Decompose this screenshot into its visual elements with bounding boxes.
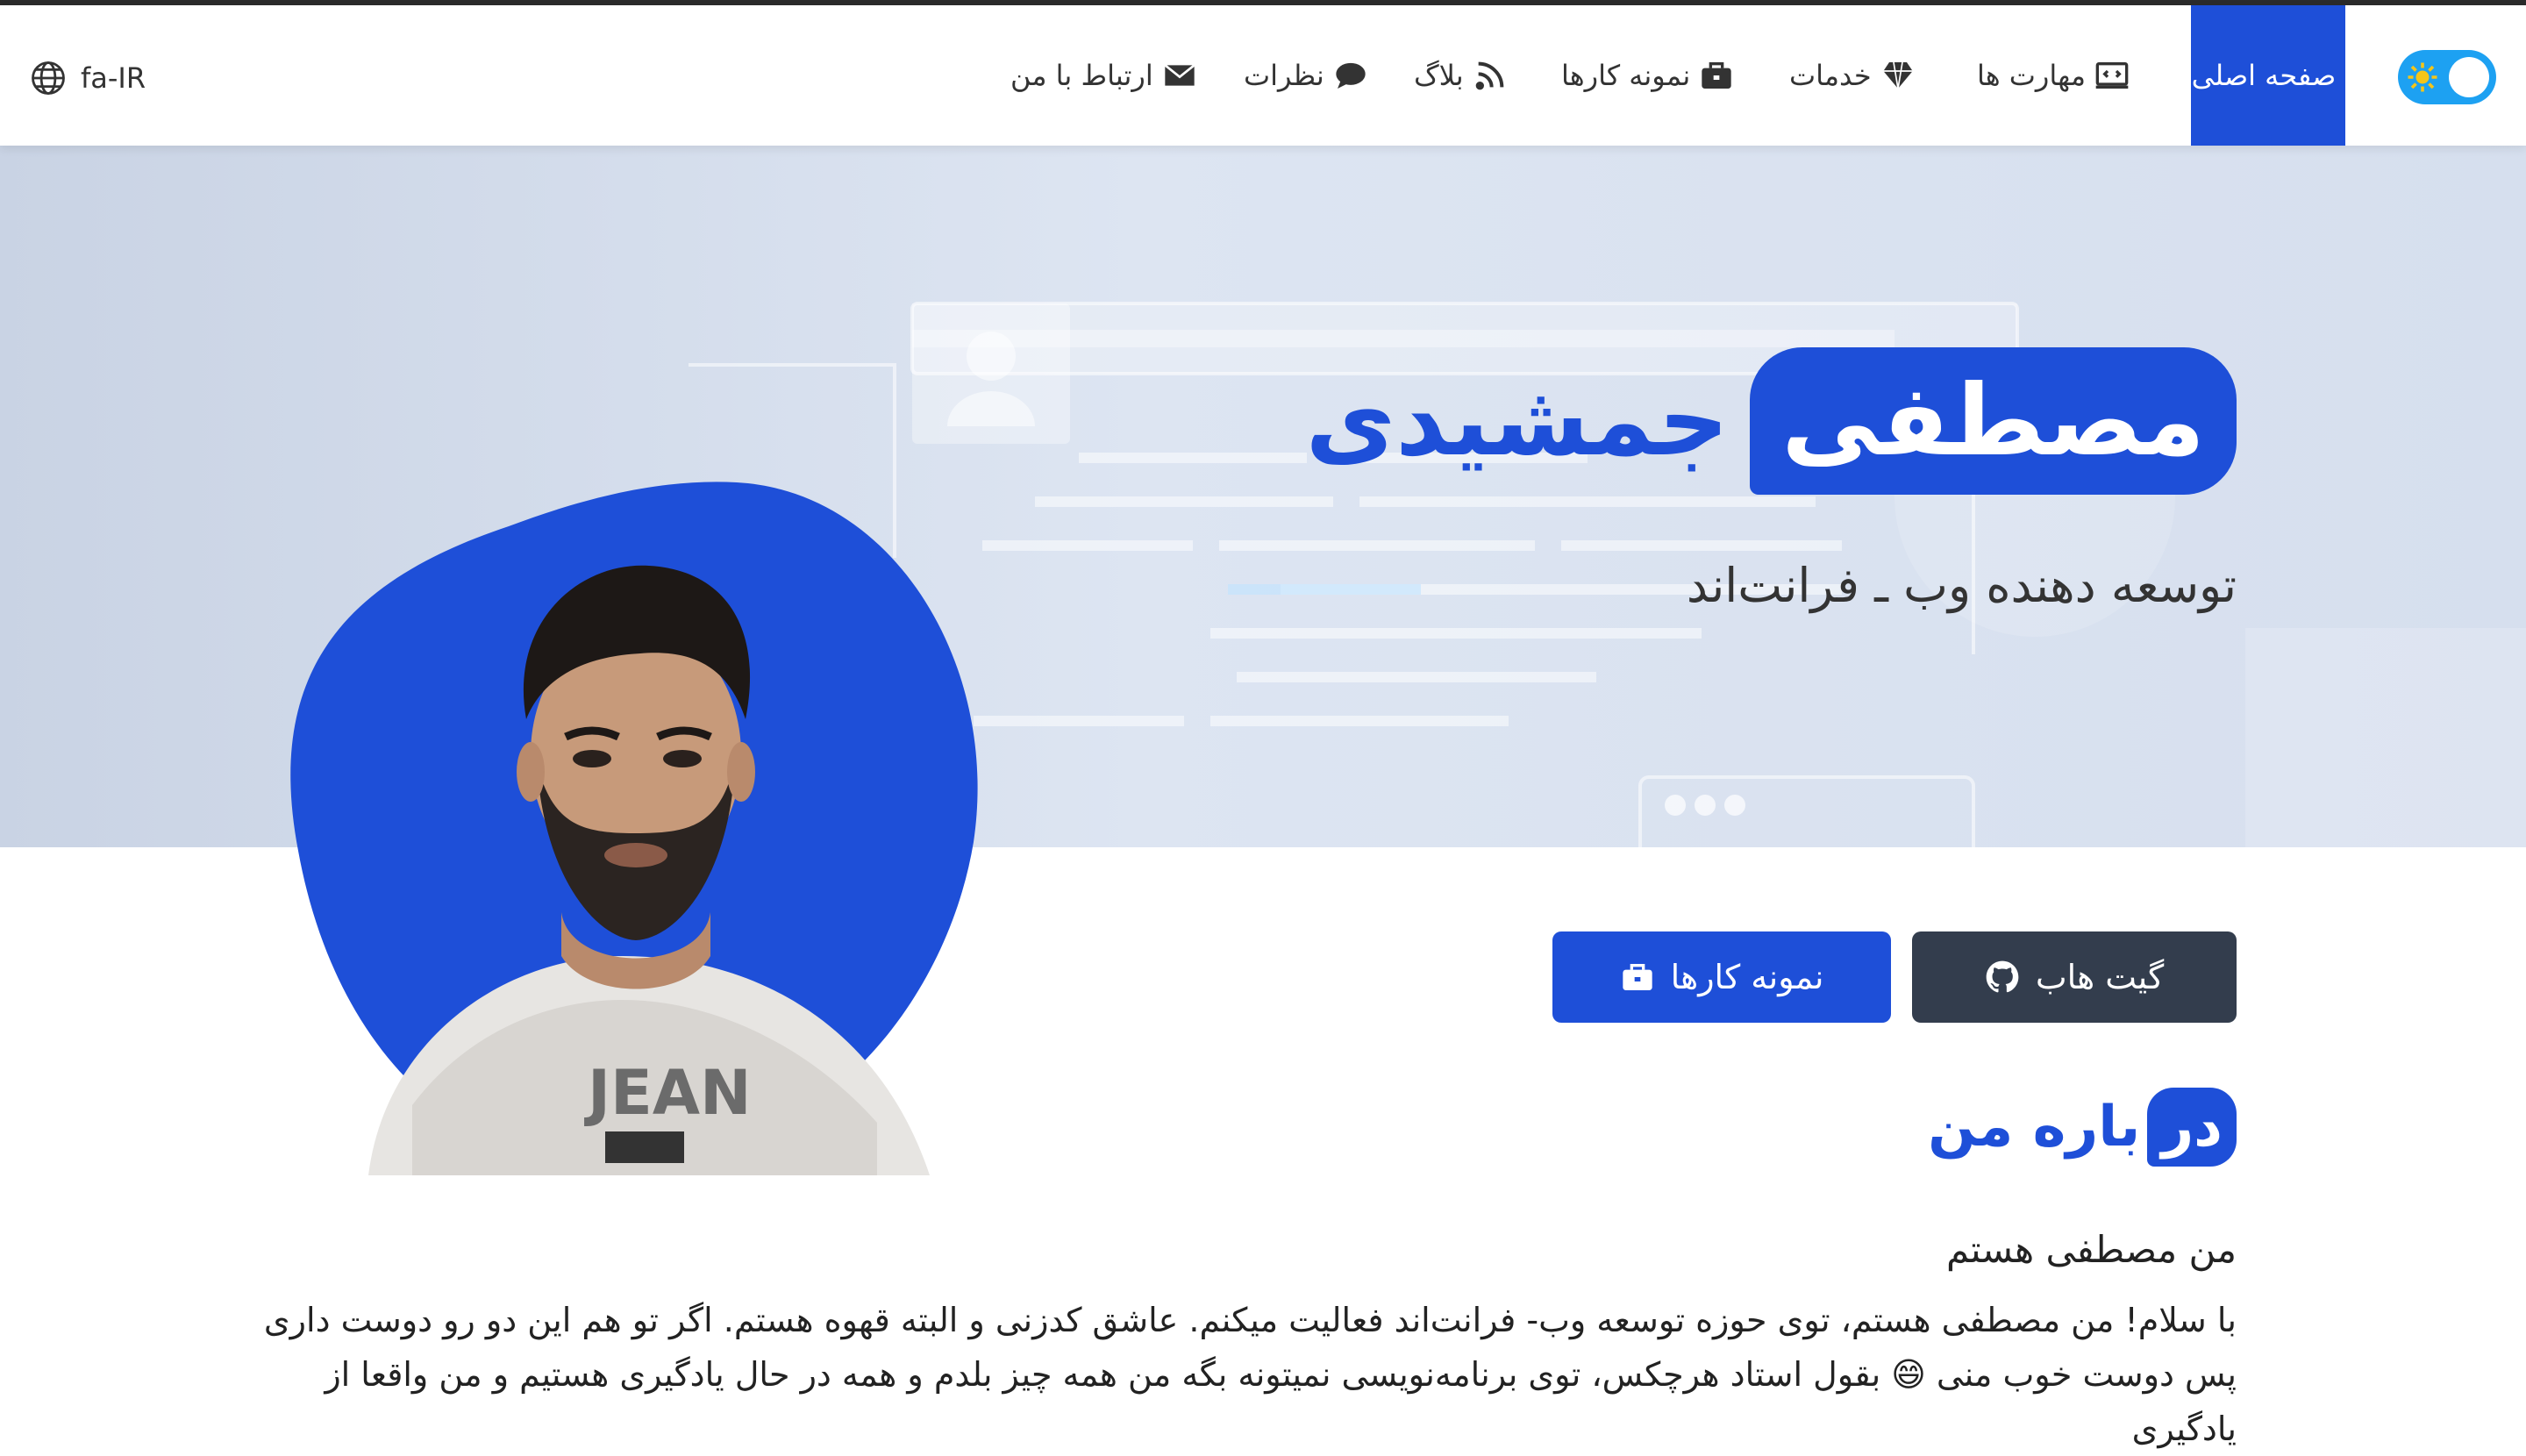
nav-item-label: نظرات — [1244, 59, 1324, 92]
github-button-label: گیت هاب — [2035, 958, 2165, 996]
briefcase-icon — [1702, 62, 1731, 89]
github-button[interactable]: گیت هاب — [1912, 931, 2237, 1023]
nav-item-home[interactable]: صفحه اصلی — [2191, 5, 2345, 146]
briefcase-icon — [1622, 964, 1652, 990]
about-title-highlight: در — [2147, 1088, 2237, 1167]
hero-subtitle: توسعه دهنده وب ـ فرانت‌اند — [1686, 558, 2237, 613]
nav-item-contact[interactable]: ارتباط با من — [1010, 5, 1197, 146]
nav-item-label: مهارت ها — [1977, 59, 2087, 92]
about-title: در باره من — [1928, 1088, 2237, 1167]
language-label: fa-IR — [81, 61, 146, 95]
theme-toggle[interactable] — [2398, 50, 2496, 104]
code-window-icon — [2095, 62, 2129, 89]
about-body-text: با سلام! من مصطفی هستم، توی حوزه توسعه و… — [263, 1301, 2237, 1448]
profile-photo: JEAN — [368, 565, 930, 1175]
comment-icon — [1336, 62, 1366, 89]
rss-icon — [1475, 61, 1503, 90]
portfolio-button-label: نمونه کارها — [1670, 958, 1824, 996]
top-navbar: fa-IR ارتباط با من نظرات بلاگ نمونه کاره… — [0, 5, 2526, 146]
nav-item-portfolio[interactable]: نمونه کارها — [1561, 5, 1734, 146]
nav-item-skills[interactable]: مهارت ها — [1977, 5, 2130, 146]
svg-text:JEAN: JEAN — [584, 1057, 752, 1129]
nav-item-label: صفحه اصلی — [2191, 59, 2337, 92]
nav-item-blog[interactable]: بلاگ — [1414, 5, 1508, 146]
toggle-knob — [2449, 57, 2489, 97]
language-selector[interactable]: fa-IR — [30, 60, 146, 96]
nav-item-services[interactable]: خدمات — [1789, 5, 1916, 146]
name-highlight: مصطفی — [1750, 347, 2237, 495]
nav-item-label: بلاگ — [1414, 59, 1464, 92]
portfolio-button[interactable]: نمونه کارها — [1552, 931, 1891, 1023]
about-subtitle: من مصطفی هستم — [1945, 1228, 2237, 1271]
nav-item-label: خدمات — [1789, 59, 1872, 92]
envelope-icon — [1164, 64, 1195, 86]
sun-icon — [2408, 62, 2437, 92]
nav-item-label: ارتباط با من — [1010, 59, 1153, 92]
about-title-rest: باره من — [1928, 1095, 2141, 1160]
hero-name: مصطفی جمشیدی — [1305, 347, 2237, 495]
name-rest: جمشیدی — [1305, 364, 1730, 478]
diamond-icon — [1882, 61, 1913, 89]
nav-item-testimonials[interactable]: نظرات — [1244, 5, 1368, 146]
github-icon — [1986, 960, 2019, 993]
nav-item-label: نمونه کارها — [1561, 59, 1691, 92]
globe-icon — [32, 61, 65, 95]
